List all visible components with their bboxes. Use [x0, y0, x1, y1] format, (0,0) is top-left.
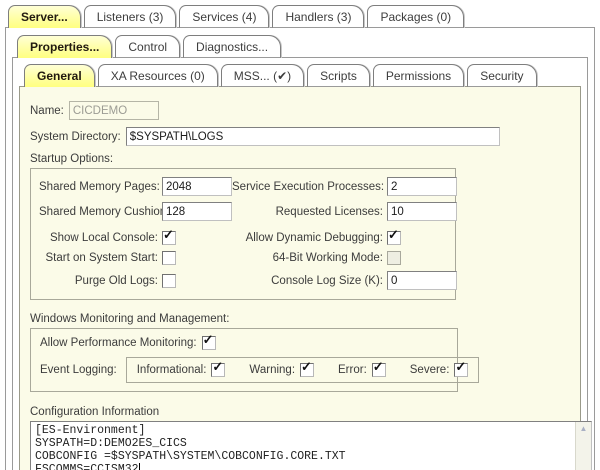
performance-monitoring-row: Allow Performance Monitoring: ✓ — [40, 336, 448, 350]
event-logging-row: Event Logging: Informational: ✓ Warning:… — [40, 357, 448, 383]
64bit-working-mode-label: 64-Bit Working Mode: — [232, 252, 383, 264]
check-icon: ✓ — [388, 228, 399, 242]
system-directory-label: System Directory: — [30, 131, 121, 143]
check-icon: ✓ — [373, 360, 384, 374]
requested-licenses-field[interactable] — [387, 202, 457, 221]
warning-pair: Warning: ✓ — [249, 363, 314, 377]
config-line: FSCOMMS=CCISM32 — [35, 463, 571, 470]
startup-fields-grid: Shared Memory Pages: Service Execution P… — [39, 177, 447, 221]
informational-label: Informational: — [137, 364, 207, 376]
error-checkbox[interactable]: ✓ — [372, 363, 386, 377]
tab-services[interactable]: Services (4) — [179, 5, 269, 28]
server-properties-page: Server... Listeners (3) Services (4) Han… — [0, 0, 600, 470]
config-line: [ES-Environment] — [35, 424, 571, 437]
check-icon: ✓ — [212, 360, 223, 374]
name-label: Name: — [30, 105, 64, 117]
error-label: Error: — [338, 364, 367, 376]
severe-pair: Severe: ✓ — [410, 363, 469, 377]
start-on-system-start-checkbox[interactable]: ✓ — [162, 251, 176, 265]
64bit-working-mode-checkbox: ✓ — [387, 251, 401, 265]
allow-performance-monitoring-checkbox[interactable]: ✓ — [202, 336, 216, 350]
shared-memory-cushion-label: Shared Memory Cushion: — [39, 206, 158, 218]
tab-security[interactable]: Security — [467, 64, 536, 87]
config-line: COBCONFIG =$SYSPATH\SYSTEM\COBCONFIG.COR… — [35, 450, 571, 463]
configuration-information-textarea[interactable]: [ES-Environment] SYSPATH=D:DEMO2ES_CICS … — [30, 421, 592, 470]
tab-listeners[interactable]: Listeners (3) — [84, 5, 177, 28]
warning-checkbox[interactable]: ✓ — [300, 363, 314, 377]
event-logging-group: Informational: ✓ Warning: ✓ Error: ✓ — [126, 357, 480, 383]
general-tab-panel: Name: System Directory: Startup Options:… — [19, 86, 581, 470]
properties-tab-panel: General XA Resources (0) MSS... (✔) Scri… — [12, 57, 588, 470]
severe-checkbox[interactable]: ✓ — [454, 363, 468, 377]
check-icon: ✓ — [163, 228, 174, 242]
allow-performance-monitoring-label: Allow Performance Monitoring: — [40, 337, 197, 349]
properties-tab-bar: Properties... Control Diagnostics... — [17, 35, 594, 58]
config-scrollbar[interactable]: ▲ ▼ — [575, 422, 591, 470]
tab-mss[interactable]: MSS... (✔) — [221, 64, 304, 87]
tab-packages[interactable]: Packages (0) — [367, 5, 464, 28]
event-logging-label: Event Logging: — [40, 364, 117, 376]
console-log-size-label: Console Log Size (K): — [232, 275, 383, 287]
system-directory-row: System Directory: — [30, 127, 570, 146]
startup-options-group: Shared Memory Pages: Service Execution P… — [30, 168, 456, 300]
show-local-console-checkbox[interactable]: ✓ — [162, 231, 176, 245]
configuration-information-heading: Configuration Information — [30, 406, 570, 418]
start-on-system-start-label: Start on System Start: — [39, 252, 158, 264]
text-cursor — [139, 463, 140, 470]
config-line: SYSPATH=D:DEMO2ES_CICS — [35, 437, 571, 450]
server-tab-panel: Properties... Control Diagnostics... Gen… — [5, 27, 595, 470]
shared-memory-pages-field[interactable] — [162, 177, 232, 196]
general-tab-bar: General XA Resources (0) MSS... (✔) Scri… — [24, 64, 587, 87]
scroll-up-icon[interactable]: ▲ — [580, 422, 588, 436]
warning-label: Warning: — [249, 364, 295, 376]
allow-dynamic-debugging-checkbox[interactable]: ✓ — [387, 231, 401, 245]
tab-scripts[interactable]: Scripts — [307, 64, 370, 87]
tab-server[interactable]: Server... — [8, 5, 81, 28]
service-execution-processes-field[interactable] — [387, 177, 457, 196]
monitoring-heading: Windows Monitoring and Management: — [30, 313, 570, 325]
monitoring-group: Allow Performance Monitoring: ✓ Event Lo… — [30, 328, 458, 392]
purge-old-logs-checkbox[interactable]: ✓ — [162, 274, 176, 288]
tab-permissions[interactable]: Permissions — [373, 64, 464, 87]
shared-memory-pages-label: Shared Memory Pages: — [39, 181, 158, 193]
purge-old-logs-label: Purge Old Logs: — [39, 275, 158, 287]
tab-general[interactable]: General — [24, 64, 95, 87]
console-log-size-field[interactable] — [387, 271, 457, 290]
check-icon: ✓ — [301, 360, 312, 374]
tab-properties[interactable]: Properties... — [17, 35, 112, 58]
tab-handlers[interactable]: Handlers (3) — [272, 5, 364, 28]
check-icon: ✓ — [455, 360, 466, 374]
startup-checkbox-grid: Show Local Console: ✓ Allow Dynamic Debu… — [39, 231, 447, 290]
informational-checkbox[interactable]: ✓ — [211, 363, 225, 377]
shared-memory-cushion-field[interactable] — [162, 202, 232, 221]
error-pair: Error: ✓ — [338, 363, 386, 377]
system-directory-field[interactable] — [126, 127, 500, 146]
tab-xa-resources[interactable]: XA Resources (0) — [98, 64, 218, 87]
name-field[interactable] — [69, 101, 159, 120]
tab-diagnostics[interactable]: Diagnostics... — [183, 35, 281, 58]
severe-label: Severe: — [410, 364, 450, 376]
startup-spacer — [39, 221, 447, 231]
startup-options-heading: Startup Options: — [30, 153, 570, 165]
allow-dynamic-debugging-label: Allow Dynamic Debugging: — [232, 232, 383, 244]
top-tab-bar: Server... Listeners (3) Services (4) Han… — [8, 0, 600, 28]
name-row: Name: — [30, 101, 570, 120]
service-execution-processes-label: Service Execution Processes: — [232, 181, 383, 193]
requested-licenses-label: Requested Licenses: — [232, 206, 383, 218]
informational-pair: Informational: ✓ — [137, 363, 226, 377]
tab-control[interactable]: Control — [115, 35, 180, 58]
check-icon: ✓ — [203, 333, 214, 347]
show-local-console-label: Show Local Console: — [39, 232, 158, 244]
